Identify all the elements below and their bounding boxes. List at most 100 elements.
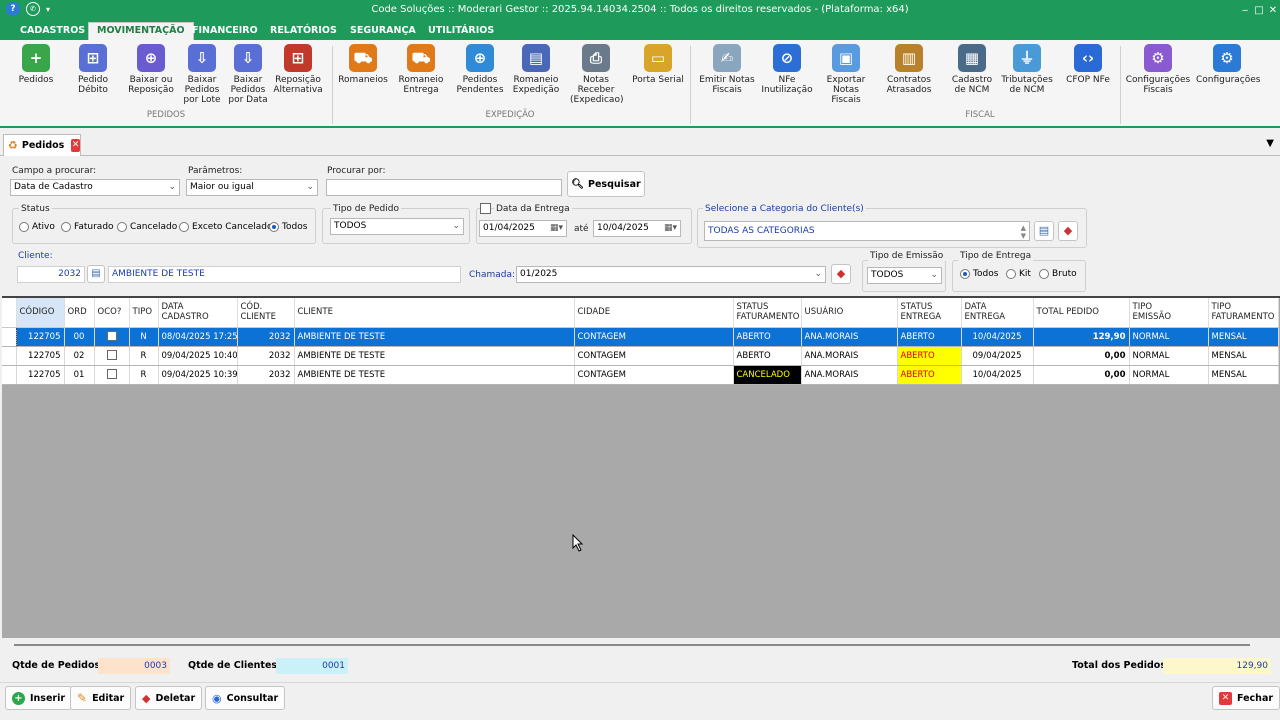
tipo-emissao-select[interactable]: TODOS ⌄ [867,267,942,284]
table-row[interactable]: 122705 00 N 08/04/2025 17:25 2032 AMBIENTE DE… [2,327,1279,347]
ribbon-button-1[interactable]: ⊞ Pedido Débito [74,44,112,95]
spin-icon[interactable]: ▲ ▼ [1021,224,1026,240]
group-label-fiscal: FISCAL [965,110,995,120]
categoria-input[interactable]: TODAS AS CATEGORIAS ▲ ▼ [704,221,1030,241]
oco-checkbox[interactable] [106,369,117,380]
calendar-icon[interactable]: ▦▾ [664,221,677,236]
ribbon-button-16[interactable]: ▦ Cadastro de NCM [948,44,996,95]
ribbon-button-17[interactable]: ⏚ Tributações de NCM [1000,44,1054,95]
fechar-button[interactable]: ✕ Fechar [1212,686,1280,710]
tab-utilitarios[interactable]: UTILITÁRIOS [420,23,502,40]
col-usuario[interactable]: USUÁRIO [801,298,898,328]
tab-relatorios[interactable]: RELATÓRIOS [262,23,345,40]
ribbon-button-14[interactable]: ▣ Exportar Notas Fiscais [823,44,869,105]
sign-icon: ✍ [713,44,741,72]
tab-cadastros[interactable]: CADASTROS [12,23,93,40]
horizontal-scrollbar[interactable] [14,644,1250,646]
ribbon-button-label: Notas Receber (Expedicao) [570,75,624,105]
close-window-button[interactable]: ✕ [1266,0,1280,20]
cliente-lookup-button[interactable]: ▤ [87,265,105,283]
consultar-button[interactable]: ◉ Consultar [205,686,286,710]
ribbon-button-0[interactable]: + Pedidos [14,44,58,85]
table-row[interactable]: 122705 01 R 09/04/2025 10:39 2032 AMBIENTE DE… [2,365,1279,385]
close-tab-button[interactable]: ✕ [71,139,80,152]
col-cidade[interactable]: CIDADE [574,298,734,328]
procurar-input[interactable] [326,179,562,196]
col-codigo[interactable]: CÓDIGO [16,298,65,328]
basket-red-icon: ⊞ [284,44,312,72]
ribbon-button-3[interactable]: ⇩ Baixar Pedidos por Lote [180,44,224,105]
status-radio-ativo[interactable]: Ativo [19,222,55,232]
ribbon-button-8[interactable]: ⊕ Pedidos Pendentes [455,44,505,95]
data-from-input[interactable]: 01/04/2025 ▦▾ [479,220,567,237]
col-cod-cliente[interactable]: CÓD. CLIENTE [237,298,295,328]
chamada-label: Chamada: [469,270,516,280]
tab-movimentacao[interactable]: MOVIMENTAÇÃO [88,22,194,40]
tipo-pedido-select[interactable]: TODOS ⌄ [330,218,464,235]
ribbon-button-13[interactable]: ⊘ NFe Inutilização [760,44,814,95]
tab-menu-chevron-icon[interactable]: ▼ [1266,138,1274,149]
ribbon-button-20[interactable]: ⚙ Configurações [1196,44,1260,85]
chevron-down-icon: ⌄ [814,269,822,279]
col-data-entrega[interactable]: DATA ENTREGA [961,298,1034,328]
chamada-clear-button[interactable]: ◆ [831,264,851,284]
calendar-icon[interactable]: ▦▾ [550,221,563,236]
col-total-pedido[interactable]: TOTAL PEDIDO [1033,298,1130,328]
col-oco[interactable]: OCO? [94,298,130,328]
ribbon-button-15[interactable]: ▥ Contratos Atrasados [884,44,934,95]
pesquisar-button[interactable]: 🔍︎ Pesquisar [567,171,645,197]
ribbon-button-5[interactable]: ⊞ Reposição Alternativa [272,44,324,95]
col-cliente[interactable]: CLIENTE [294,298,575,328]
table-row[interactable]: 122705 02 R 09/04/2025 10:40 2032 AMBIENTE DE… [2,346,1279,366]
ribbon-button-12[interactable]: ✍ Emitir Notas Fiscais [697,44,757,95]
ribbon-button-6[interactable]: ⛟ Romaneios [338,44,388,85]
tipo-entrega-label: Tipo de Entrega [958,251,1034,261]
status-radio-cancelado[interactable]: Cancelado [117,222,177,232]
categoria-clear-button[interactable]: ◆ [1058,221,1078,241]
col-ord[interactable]: ORD [64,298,95,328]
col-tipo-faturamento[interactable]: TIPO FATURAMENTO [1208,298,1279,328]
data-entrega-checkbox[interactable] [480,203,491,214]
ribbon-button-11[interactable]: ▭ Porta Serial [630,44,686,85]
tab-seguranca[interactable]: SEGURANÇA [342,23,424,40]
campo-select[interactable]: Data de Cadastro ⌄ [10,179,180,196]
entrega-radio-kit[interactable]: Kit [1006,269,1031,279]
pesquisar-label: Pesquisar [588,178,641,190]
status-radio-todos[interactable]: Todos [269,222,307,232]
col-tipo-emissao[interactable]: TIPO EMISSÃO [1129,298,1209,328]
deletar-button[interactable]: ◆ Deletar [135,686,203,710]
editar-button[interactable]: ✎ Editar [70,686,132,710]
radio-label: Bruto [1052,269,1077,279]
entrega-radio-bruto[interactable]: Bruto [1039,269,1077,279]
tab-pedidos[interactable]: ♻ Pedidos ✕ [3,134,81,156]
ribbon-button-18[interactable]: ‹› CFOP NFe [1062,44,1114,85]
ribbon-button-19[interactable]: ⚙ Configurações Fiscais [1125,44,1191,95]
col-tipo[interactable]: TIPO [129,298,159,328]
tab-financeiro[interactable]: FINANCEIRO [184,23,266,40]
entrega-radio-todos[interactable]: Todos [960,269,998,279]
categoria-list-button[interactable]: ▤ [1034,221,1054,241]
ribbon-button-10[interactable]: ⎙ Notas Receber (Expedicao) [570,44,624,105]
status-radio-faturado[interactable]: Faturado [61,222,114,232]
cliente-code-input[interactable]: 2032 [17,266,85,283]
maximize-button[interactable]: □ [1252,0,1266,20]
ribbon-button-4[interactable]: ⇩ Baixar Pedidos por Data [228,44,268,105]
oco-checkbox[interactable] [106,350,117,361]
col-status-entrega[interactable]: STATUS ENTREGA [897,298,962,328]
ribbon-separator [1120,46,1121,124]
cliente-name-input[interactable]: AMBIENTE DE TESTE [108,266,461,283]
chamada-select[interactable]: 01/2025 ⌄ [516,266,826,283]
status-radio-exceto-cancelado[interactable]: Exceto Cancelado [179,222,272,232]
ribbon-button-2[interactable]: ⊕ Baixar ou Reposição [125,44,177,95]
col-status-faturamento[interactable]: STATUS FATURAMENTO [733,298,802,328]
parametros-select[interactable]: Maior ou igual ⌄ [186,179,318,196]
orders-grid[interactable]: CÓDIGO ORD OCO? TIPO DATA CADASTRO CÓD. … [2,296,1280,638]
data-to-input[interactable]: 10/04/2025 ▦▾ [593,220,681,237]
inserir-button[interactable]: + Inserir [5,686,73,710]
oco-checkbox[interactable] [106,331,117,342]
col-data-cadastro[interactable]: DATA CADASTRO [158,298,238,328]
ribbon-button-9[interactable]: ▤ Romaneio Expedição [511,44,561,95]
minimize-button[interactable]: ‒ [1238,0,1252,20]
ribbon-button-7[interactable]: ⛟ Romaneio Entrega [398,44,444,95]
ribbon-separator [690,46,691,124]
